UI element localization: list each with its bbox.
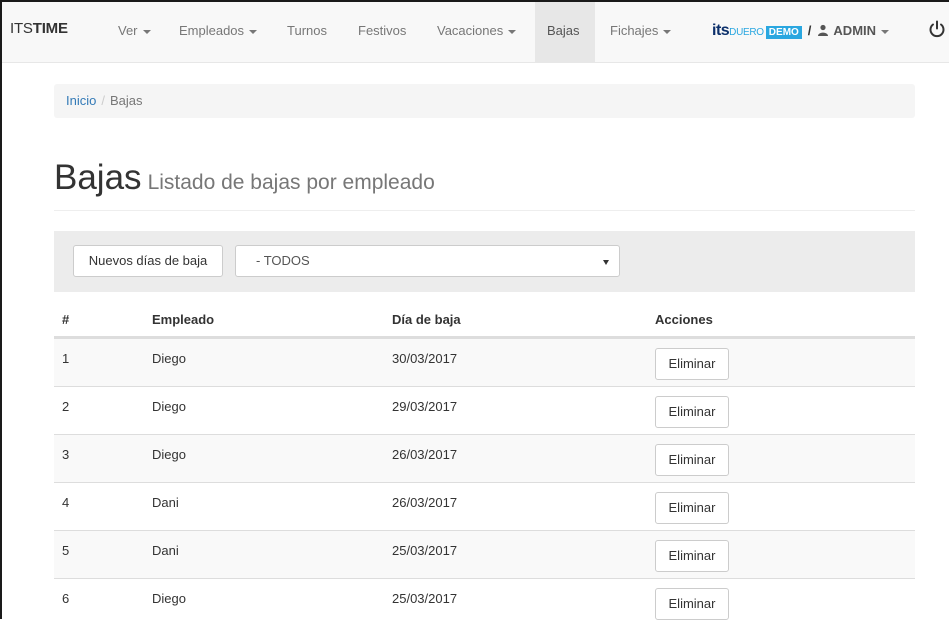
nav-turnos[interactable]: Turnos xyxy=(275,0,339,62)
nav-festivos-label: Festivos xyxy=(358,23,407,38)
caret-down-icon xyxy=(881,29,890,34)
brand-light: ITS xyxy=(10,20,33,37)
column-header-number: # xyxy=(62,312,70,327)
employee-filter-select[interactable]: - TODOS xyxy=(235,245,620,277)
caret-down-icon xyxy=(249,29,258,34)
window-frame-top xyxy=(0,0,949,2)
nav-turnos-label: Turnos xyxy=(287,23,327,38)
table-row: 2 Diego 29/03/2017 Eliminar xyxy=(54,386,915,434)
row-employee: Diego xyxy=(152,447,186,462)
row-employee: Dani xyxy=(152,543,179,558)
delete-button[interactable]: Eliminar xyxy=(655,348,729,380)
row-employee: Dani xyxy=(152,495,179,510)
delete-button[interactable]: Eliminar xyxy=(655,444,729,476)
brand-logo[interactable]: ITSTIME xyxy=(10,20,68,37)
table-body: 1 Diego 30/03/2017 Eliminar 2 Diego 29/0… xyxy=(54,338,915,626)
row-date: 26/03/2017 xyxy=(392,447,458,462)
page-subtitle: Listado de bajas por empleado xyxy=(147,171,435,194)
select-arrow-icon xyxy=(603,260,609,265)
delete-button[interactable]: Eliminar xyxy=(655,588,729,620)
leaves-table: # Empleado Día de baja Acciones 1 Diego … xyxy=(54,300,915,626)
new-leave-days-button[interactable]: Nuevos días de baja xyxy=(73,245,223,277)
nav-ver-label: Ver xyxy=(118,23,138,38)
row-date: 25/03/2017 xyxy=(392,591,458,606)
row-employee: Diego xyxy=(152,591,186,606)
nav-ver[interactable]: Ver xyxy=(106,0,163,62)
row-number: 1 xyxy=(62,351,70,366)
org-user-menu[interactable]: itsDUERO DEMO / ADMIN xyxy=(712,0,890,62)
breadcrumb: Inicio / Bajas xyxy=(54,84,915,118)
row-number: 3 xyxy=(62,447,70,462)
table-row: 5 Dani 25/03/2017 Eliminar xyxy=(54,530,915,578)
row-date: 25/03/2017 xyxy=(392,543,458,558)
row-date: 29/03/2017 xyxy=(392,399,458,414)
breadcrumb-home-link[interactable]: Inicio xyxy=(66,93,96,108)
column-header-employee: Empleado xyxy=(152,312,215,327)
row-number: 5 xyxy=(62,543,70,558)
row-employee: Diego xyxy=(152,399,186,414)
filter-toolbar: Nuevos días de baja - TODOS xyxy=(54,231,915,292)
user-icon xyxy=(818,24,829,36)
nav-fichajes-label: Fichajes xyxy=(610,23,659,38)
row-date: 30/03/2017 xyxy=(392,351,458,366)
page-title-text: Bajas xyxy=(54,158,142,197)
navbar: ITSTIME Ver Empleados Turnos Festivos Va… xyxy=(0,0,949,63)
row-number: 6 xyxy=(62,591,70,606)
org-logo-duero: DUERO xyxy=(729,27,764,38)
table-row: 3 Diego 26/03/2017 Eliminar xyxy=(54,434,915,482)
caret-down-icon xyxy=(663,29,672,34)
table-row: 4 Dani 26/03/2017 Eliminar xyxy=(54,482,915,530)
nav-bajas[interactable]: Bajas xyxy=(535,0,595,62)
header-divider xyxy=(54,210,915,211)
demo-badge: DEMO xyxy=(765,26,802,39)
nav-vacaciones-label: Vacaciones xyxy=(437,23,504,38)
delete-button[interactable]: Eliminar xyxy=(655,396,729,428)
power-icon[interactable] xyxy=(928,20,946,38)
user-name: ADMIN xyxy=(833,23,877,38)
org-logo-its: its xyxy=(712,22,730,39)
table-header: # Empleado Día de baja Acciones xyxy=(54,300,915,338)
column-header-actions: Acciones xyxy=(655,312,713,327)
nav-festivos[interactable]: Festivos xyxy=(346,0,418,62)
brand-bold: TIME xyxy=(32,20,68,37)
page-title: Bajas Listado de bajas por empleado xyxy=(54,158,915,203)
page-header: Bajas Listado de bajas por empleado xyxy=(54,158,915,203)
employee-filter-value: - TODOS xyxy=(256,253,310,268)
row-number: 2 xyxy=(62,399,70,414)
org-separator: / xyxy=(807,23,812,38)
breadcrumb-current: Bajas xyxy=(109,93,143,108)
nav-empleados-label: Empleados xyxy=(179,23,245,38)
caret-down-icon xyxy=(508,29,517,34)
row-date: 26/03/2017 xyxy=(392,495,458,510)
window-frame-left xyxy=(0,0,2,619)
nav-fichajes[interactable]: Fichajes xyxy=(598,0,683,62)
row-number: 4 xyxy=(62,495,70,510)
caret-down-icon xyxy=(142,29,151,34)
delete-button[interactable]: Eliminar xyxy=(655,540,729,572)
nav-empleados[interactable]: Empleados xyxy=(167,0,269,62)
table-row: 1 Diego 30/03/2017 Eliminar xyxy=(54,338,915,386)
nav-bajas-label: Bajas xyxy=(547,23,580,38)
delete-button[interactable]: Eliminar xyxy=(655,492,729,524)
nav-vacaciones[interactable]: Vacaciones xyxy=(425,0,528,62)
column-header-date: Día de baja xyxy=(392,312,461,327)
row-employee: Diego xyxy=(152,351,186,366)
breadcrumb-separator: / xyxy=(101,93,105,108)
